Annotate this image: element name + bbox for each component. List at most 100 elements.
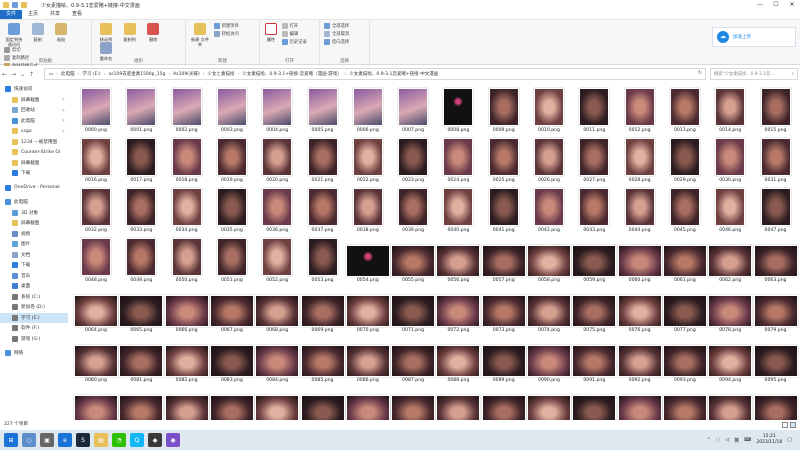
file-item[interactable]: 0011.png bbox=[572, 86, 616, 134]
delete-button[interactable]: 删除 bbox=[143, 23, 163, 42]
file-item[interactable]: 0025.png bbox=[482, 136, 526, 184]
file-item[interactable]: 0048.png bbox=[74, 236, 118, 284]
file-item[interactable]: 0023.png bbox=[391, 136, 435, 184]
file-item[interactable]: 0084.png bbox=[255, 336, 300, 384]
file-item[interactable]: 0018.png bbox=[165, 136, 209, 184]
copy-button[interactable]: 复制 bbox=[28, 23, 48, 42]
file-item[interactable]: 0053.png bbox=[301, 236, 345, 284]
file-item[interactable]: 0062.png bbox=[708, 236, 753, 284]
file-item[interactable]: 0105.png bbox=[481, 386, 526, 420]
nav-item[interactable]: 屏幕截图 ✎ bbox=[0, 95, 68, 106]
file-item[interactable]: 0054.png bbox=[345, 236, 390, 284]
tab-home[interactable]: 主页 bbox=[22, 10, 44, 19]
breadcrumb-item[interactable]: 少女素描绘、0.9-3.1+链接-恋爱赌（漫画·游戏） bbox=[242, 71, 341, 77]
nav-item[interactable]: 网络 bbox=[0, 348, 68, 359]
invert-selection-button[interactable]: 反向选择 bbox=[324, 39, 349, 45]
back-arrow-icon[interactable]: ← bbox=[0, 71, 9, 78]
file-item[interactable]: 0008.png bbox=[436, 86, 480, 134]
easy-access-button[interactable]: 轻松访问 bbox=[213, 31, 239, 37]
up-arrow-icon[interactable]: ↑ bbox=[27, 71, 36, 78]
file-item[interactable]: 0057.png bbox=[481, 236, 526, 284]
nav-item[interactable]: 屏幕截图 bbox=[0, 158, 68, 169]
app-icon[interactable]: ◉ bbox=[166, 433, 180, 447]
file-item[interactable]: 0017.png bbox=[119, 136, 163, 184]
breadcrumb-item[interactable]: 少女と素描绘 bbox=[208, 71, 235, 77]
file-item[interactable]: 0022.png bbox=[346, 136, 390, 184]
properties-icon[interactable] bbox=[12, 2, 18, 8]
file-item[interactable]: 0027.png bbox=[572, 136, 616, 184]
file-item[interactable]: 0007.png bbox=[391, 86, 435, 134]
file-item[interactable]: 0075.png bbox=[572, 286, 617, 334]
file-item[interactable]: 0072.png bbox=[436, 286, 481, 334]
tab-view[interactable]: 查看 bbox=[66, 10, 88, 19]
file-item[interactable]: 0056.png bbox=[436, 236, 481, 284]
file-item[interactable]: 0109.png bbox=[662, 386, 707, 420]
file-item[interactable]: 0049.png bbox=[119, 236, 163, 284]
file-item[interactable]: 0047.png bbox=[754, 186, 798, 234]
file-item[interactable]: 0036.png bbox=[255, 186, 299, 234]
nav-item[interactable]: 软件 (F:) bbox=[0, 323, 68, 334]
file-item[interactable]: 0092.png bbox=[617, 336, 662, 384]
file-item[interactable]: 0041.png bbox=[482, 186, 526, 234]
file-item[interactable]: 0045.png bbox=[663, 186, 707, 234]
nav-item[interactable]: 游戏 (G:) bbox=[0, 334, 68, 345]
file-item[interactable]: 0089.png bbox=[481, 336, 526, 384]
file-item[interactable]: 0066.png bbox=[164, 286, 209, 334]
file-item[interactable]: 0069.png bbox=[300, 286, 345, 334]
file-item[interactable]: 0030.png bbox=[708, 136, 752, 184]
select-none-button[interactable]: 全部取消 bbox=[324, 31, 349, 37]
nav-item[interactable]: 文档 bbox=[0, 250, 68, 261]
file-item[interactable]: 0005.png bbox=[301, 86, 345, 134]
file-item[interactable]: 0079.png bbox=[753, 286, 798, 334]
app-icon[interactable]: ◆ bbox=[148, 433, 162, 447]
file-item[interactable]: 0020.png bbox=[255, 136, 299, 184]
breadcrumb-item[interactable]: 少女素描绘、0.9-3.1恋爱赌+链接-中文漫画 bbox=[349, 71, 438, 77]
file-item[interactable]: 0101.png bbox=[300, 386, 345, 420]
file-item[interactable]: 0033.png bbox=[119, 186, 163, 234]
file-item[interactable]: 0042.png bbox=[527, 186, 571, 234]
pin-quick-access-button[interactable]: 固定到快速访问 bbox=[4, 23, 24, 47]
file-item[interactable]: 0031.png bbox=[754, 136, 798, 184]
open-button[interactable]: 打开 bbox=[281, 23, 307, 29]
nav-item[interactable]: 系统 (C:) bbox=[0, 292, 68, 303]
file-item[interactable]: 0081.png bbox=[119, 336, 164, 384]
file-item[interactable]: 0091.png bbox=[572, 336, 617, 384]
file-item[interactable]: 0040.png bbox=[436, 186, 480, 234]
nav-item[interactable]: 音乐 bbox=[0, 271, 68, 282]
file-item[interactable]: 0060.png bbox=[617, 236, 662, 284]
file-item[interactable]: 0063.png bbox=[753, 236, 798, 284]
nav-item[interactable]: 下载 bbox=[0, 260, 68, 271]
select-all-button[interactable]: 全部选择 bbox=[324, 23, 349, 29]
file-item[interactable]: 0034.png bbox=[165, 186, 209, 234]
file-item[interactable]: 0090.png bbox=[527, 336, 571, 384]
file-item[interactable]: 0106.png bbox=[527, 386, 571, 420]
copy-to-button[interactable]: 复制到 bbox=[120, 23, 140, 42]
file-item[interactable]: 0088.png bbox=[436, 336, 481, 384]
minimize-button[interactable]: — bbox=[752, 0, 768, 10]
file-item[interactable]: 0055.png bbox=[391, 236, 436, 284]
file-item[interactable]: 0093.png bbox=[662, 336, 707, 384]
nav-item[interactable]: 图片 bbox=[0, 239, 68, 250]
nav-item[interactable]: 此电脑 ✎ bbox=[0, 116, 68, 127]
file-item[interactable]: 0006.png bbox=[346, 86, 390, 134]
nav-item[interactable]: Counter-Strike Gl bbox=[0, 147, 68, 158]
file-item[interactable]: 0037.png bbox=[301, 186, 345, 234]
clock[interactable]: 15:21 2023/11/18 bbox=[756, 434, 782, 446]
notification-icon[interactable]: ▢ bbox=[787, 437, 792, 443]
nav-item[interactable]: 屏幕截图 bbox=[0, 218, 68, 229]
tab-file[interactable]: 文件 bbox=[0, 10, 23, 19]
file-item[interactable]: 0067.png bbox=[209, 286, 254, 334]
file-item[interactable]: 0050.png bbox=[165, 236, 209, 284]
file-item[interactable]: 0058.png bbox=[527, 236, 571, 284]
file-item[interactable]: 0074.png bbox=[527, 286, 571, 334]
file-item[interactable]: 0013.png bbox=[663, 86, 707, 134]
chevron-up-icon[interactable]: ⌃ bbox=[707, 437, 711, 443]
file-item[interactable]: 0028.png bbox=[618, 136, 662, 184]
file-item[interactable]: 0001.png bbox=[119, 86, 163, 134]
search-input[interactable]: 搜索“少女素描绘、0.9-3.1恋... ⌕ bbox=[710, 68, 798, 80]
file-item[interactable]: 0046.png bbox=[708, 186, 752, 234]
file-item[interactable]: 0004.png bbox=[255, 86, 299, 134]
file-item[interactable]: 0073.png bbox=[481, 286, 526, 334]
file-item[interactable]: 0082.png bbox=[164, 336, 209, 384]
input-language[interactable]: 英 bbox=[734, 437, 739, 444]
